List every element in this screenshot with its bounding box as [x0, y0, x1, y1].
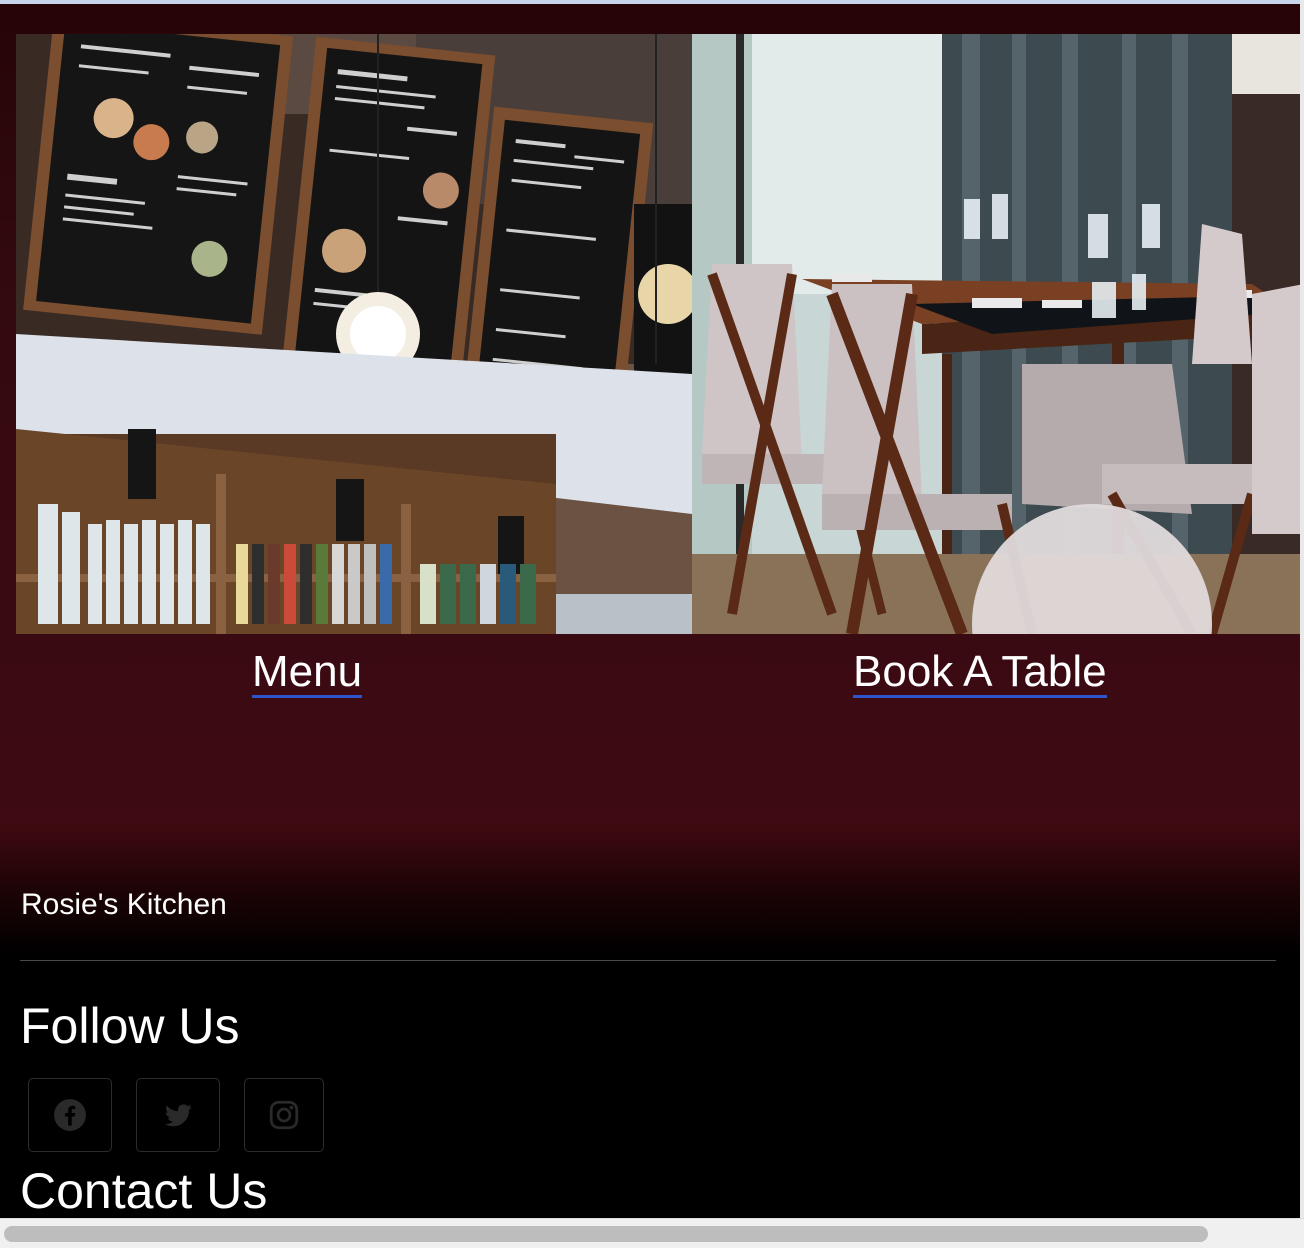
facebook-icon: [54, 1099, 86, 1131]
footer-divider: [20, 960, 1276, 961]
instagram-icon: [269, 1100, 299, 1130]
menu-photo[interactable]: [16, 34, 692, 634]
book-table-photo[interactable]: [692, 34, 1304, 634]
follow-us-heading: Follow Us: [20, 998, 240, 1054]
window-right-edge: [1300, 0, 1304, 1218]
facebook-link[interactable]: [28, 1078, 112, 1152]
contact-us-heading: Contact Us: [20, 1163, 268, 1219]
menu-link[interactable]: Menu: [252, 649, 363, 698]
book-a-table-link[interactable]: Book A Table: [853, 649, 1107, 698]
twitter-link[interactable]: [136, 1078, 220, 1152]
horizontal-scrollbar-thumb[interactable]: [4, 1226, 1208, 1242]
footer-brand: Rosie's Kitchen: [21, 888, 227, 921]
twitter-icon: [164, 1104, 192, 1127]
instagram-link[interactable]: [244, 1078, 324, 1152]
horizontal-scrollbar[interactable]: [0, 1218, 1304, 1248]
page-content: Menu Book A Table Rosie's Kitchen Follow…: [0, 4, 1304, 1219]
